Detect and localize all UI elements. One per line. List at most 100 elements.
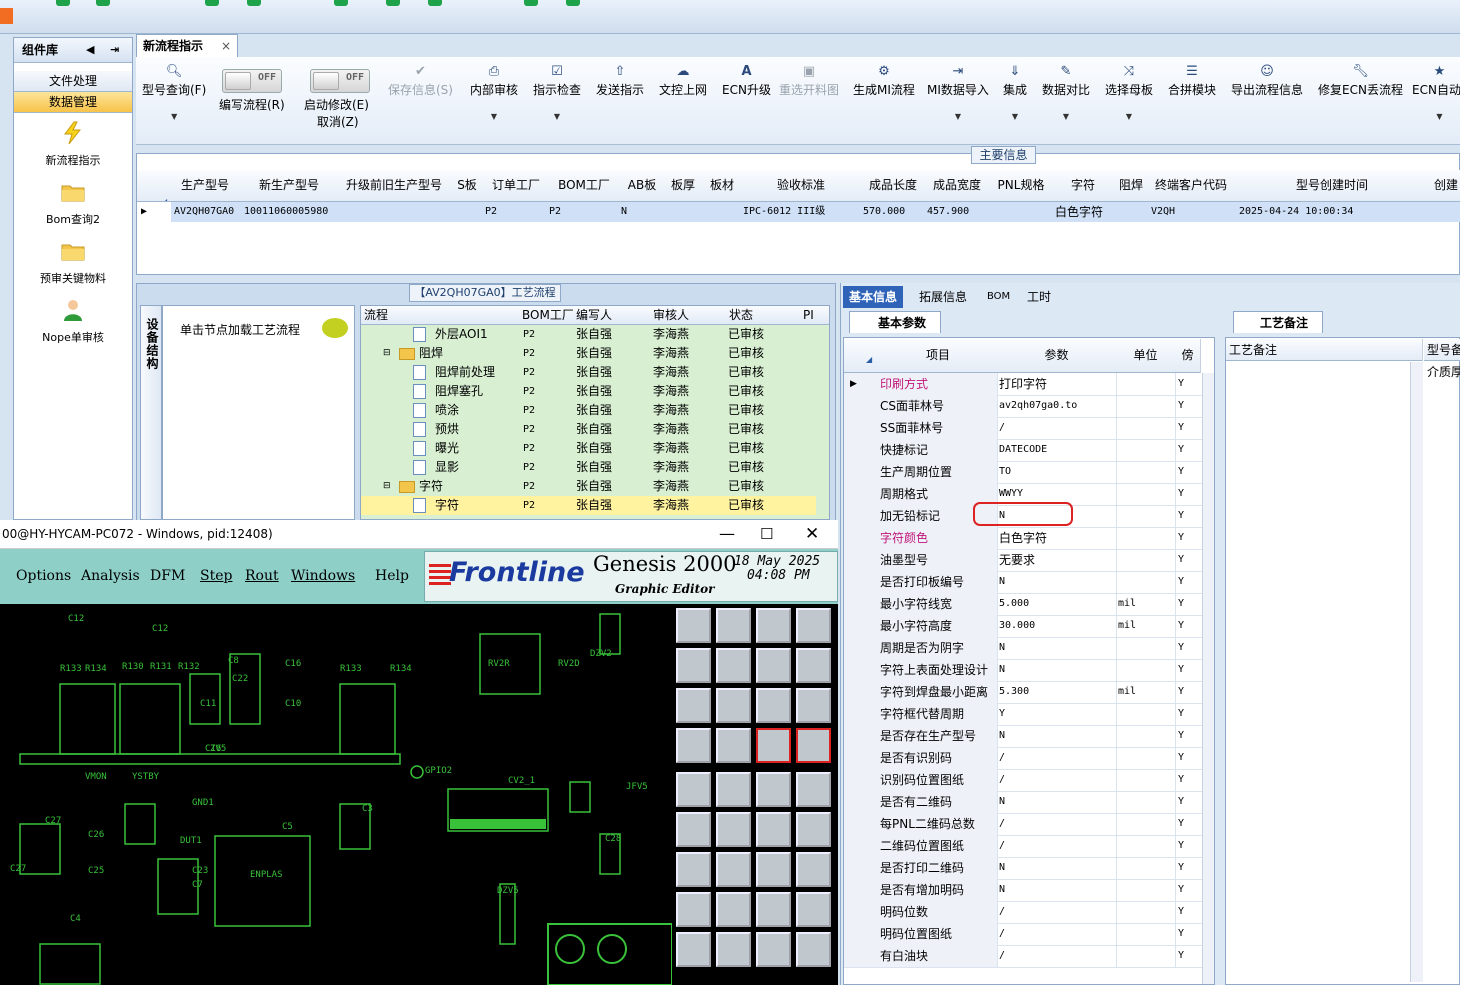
tree-row[interactable]: ⊟ 阻焊 P2 张自强 李海燕 已审核 xyxy=(361,344,816,363)
param-row[interactable]: 是否有增加明码 N Y xyxy=(844,879,1214,902)
dropdown-arrow-icon[interactable]: ▼ xyxy=(1105,112,1153,121)
quick-tool-icon[interactable] xyxy=(205,0,219,6)
menu-dfm[interactable]: DFM xyxy=(150,568,185,584)
dropdown-arrow-icon[interactable]: ▼ xyxy=(927,112,989,121)
close-window-icon[interactable]: ✕ xyxy=(805,520,819,548)
section-data-management[interactable]: 数据管理 xyxy=(14,92,132,113)
column-header[interactable]: 板厚 xyxy=(663,170,704,202)
reselect-cutting-button[interactable]: ▣ 重选开料图 xyxy=(779,63,839,98)
tool-button[interactable] xyxy=(676,852,711,887)
param-row[interactable]: 是否打印板编号 N Y xyxy=(844,571,1214,594)
menu-help[interactable]: Help xyxy=(375,568,409,584)
param-row[interactable]: 字符颜色 白色字符 Y xyxy=(844,527,1214,550)
quick-line-icon[interactable] xyxy=(428,0,442,6)
param-row[interactable]: 生产周期位置 TO Y xyxy=(844,461,1214,484)
tool-button[interactable] xyxy=(796,688,831,723)
tab-extended-info[interactable]: 拓展信息 xyxy=(913,286,973,308)
tool-button[interactable] xyxy=(716,728,751,763)
remarks-cell[interactable]: 介质厚 xyxy=(1424,362,1460,382)
column-header[interactable]: 终端客户代码 xyxy=(1149,170,1234,202)
tree-row[interactable]: 喷涂 P2 张自强 李海燕 已审核 xyxy=(361,401,816,420)
param-row[interactable]: 油墨型号 无要求 Y xyxy=(844,549,1214,572)
tree-row[interactable]: 阻焊前处理 P2 张自强 李海燕 已审核 xyxy=(361,363,816,382)
column-header[interactable]: 单位 xyxy=(1116,339,1176,373)
column-header[interactable]: BOM工厂 xyxy=(547,170,622,202)
column-header[interactable]: S板 xyxy=(449,170,486,202)
quick-word-icon[interactable] xyxy=(566,0,580,6)
tool-button[interactable] xyxy=(716,772,751,807)
tab-basic-info[interactable]: 基本信息 xyxy=(843,286,904,308)
tool-button[interactable] xyxy=(796,932,831,967)
tool-button[interactable] xyxy=(716,608,751,643)
column-header[interactable]: 创建 xyxy=(1431,170,1460,202)
integrate-button[interactable]: ⇓ 集成 ▼ xyxy=(1003,63,1027,121)
dropdown-arrow-icon[interactable]: ▼ xyxy=(1042,112,1090,121)
param-row[interactable]: 是否有二维码 N Y xyxy=(844,791,1214,814)
tool-button[interactable] xyxy=(676,728,711,763)
tool-button[interactable] xyxy=(756,728,791,763)
quick-excel-icon[interactable] xyxy=(524,0,538,6)
quick-save-icon[interactable] xyxy=(247,0,261,6)
tab-basic-params[interactable]: 基本参数 xyxy=(849,311,941,333)
save-info-button[interactable]: ✔ 保存信息(S) xyxy=(388,63,453,98)
tree-row[interactable]: 阻焊塞孔 P2 张自强 李海燕 已审核 xyxy=(361,382,816,401)
tool-button[interactable] xyxy=(716,852,751,887)
dropdown-arrow-icon[interactable]: ▼ xyxy=(1003,112,1027,121)
menu-rout[interactable]: Rout xyxy=(245,568,279,584)
param-row[interactable]: 字符框代替周期 Y Y xyxy=(844,703,1214,726)
column-header[interactable]: 参数 xyxy=(997,339,1117,373)
column-header[interactable]: 生产型号 xyxy=(171,170,240,202)
send-instruction-button[interactable]: ⇧ 发送指示 xyxy=(596,63,644,98)
quick-globe-icon[interactable] xyxy=(96,0,110,6)
column-header[interactable]: 傍 xyxy=(1175,339,1201,373)
tool-button[interactable] xyxy=(676,648,711,683)
enable-edit-toggle[interactable]: OFF xyxy=(310,69,370,93)
tool-button[interactable] xyxy=(756,608,791,643)
instruction-check-button[interactable]: ☑ 指示检查 ▼ xyxy=(533,63,581,121)
lib-item-prereview[interactable]: 预审关键物料 xyxy=(14,239,132,286)
tool-button[interactable] xyxy=(676,932,711,967)
pcb-graphic-canvas[interactable]: R133 R134 R130 R131 R132 C12 C8 C16 C22 C10 C11 R13… xyxy=(0,604,672,985)
column-header[interactable]: 流程 xyxy=(361,306,523,325)
column-header[interactable]: 升级前旧生产型号 xyxy=(339,170,450,202)
column-header[interactable]: 成品长度 xyxy=(861,170,926,202)
tool-button[interactable] xyxy=(796,772,831,807)
param-row[interactable]: 是否有识别码 / Y xyxy=(844,747,1214,770)
param-row[interactable]: 快捷标记 DATECODE Y xyxy=(844,439,1214,462)
fix-ecn-flow-button[interactable]: 🔧︎ 修复ECN丢流程 xyxy=(1318,63,1403,98)
tool-button[interactable] xyxy=(756,772,791,807)
doc-control-online-button[interactable]: ☁ 文控上网 xyxy=(659,63,707,98)
tool-button[interactable] xyxy=(756,688,791,723)
column-header[interactable]: BOM工厂 xyxy=(519,306,577,325)
column-header[interactable]: 成品宽度 xyxy=(925,170,990,202)
tab-equipment-structure[interactable]: 设备结构 xyxy=(140,305,162,520)
tool-button[interactable] xyxy=(676,772,711,807)
tool-button[interactable] xyxy=(796,648,831,683)
column-header[interactable]: 状态 xyxy=(726,306,804,325)
collapse-left-icon[interactable]: ◀ xyxy=(86,38,94,62)
param-row[interactable]: SS面菲林号 / Y xyxy=(844,417,1214,440)
collapse-node-icon[interactable]: ⊟ xyxy=(383,344,391,363)
column-header[interactable]: 项目 xyxy=(879,339,998,373)
column-header[interactable]: PI xyxy=(800,306,829,325)
cancel-label[interactable]: 取消(Z) xyxy=(317,113,359,130)
tool-button[interactable] xyxy=(756,932,791,967)
param-row[interactable]: 周期是否为阴字 N Y xyxy=(844,637,1214,660)
close-tab-icon[interactable]: × xyxy=(221,35,231,57)
tool-button[interactable] xyxy=(716,892,751,927)
column-header[interactable]: 验收标准 xyxy=(741,170,862,202)
param-row[interactable]: 有白油块 / Y xyxy=(844,945,1214,968)
param-row[interactable]: 明码位置图纸 / Y xyxy=(844,923,1214,946)
tool-button[interactable] xyxy=(796,852,831,887)
tree-row[interactable]: 字符 P2 张自强 李海燕 已审核 xyxy=(361,496,816,515)
column-header[interactable]: 型号备 xyxy=(1424,339,1460,361)
tool-button[interactable] xyxy=(756,648,791,683)
column-header[interactable]: PNL规格 xyxy=(989,170,1054,202)
tree-row[interactable]: ⊟ 字符 P2 张自强 李海燕 已审核 xyxy=(361,477,816,496)
tab-bom[interactable]: BOM xyxy=(981,286,1016,308)
tab-new-flow[interactable]: 新流程指示 × xyxy=(136,34,238,58)
param-row[interactable]: 是否存在生产型号 N Y xyxy=(844,725,1214,748)
tool-button[interactable] xyxy=(796,892,831,927)
quick-export-icon[interactable] xyxy=(386,0,400,6)
param-row[interactable]: 二维码位置图纸 / Y xyxy=(844,835,1214,858)
